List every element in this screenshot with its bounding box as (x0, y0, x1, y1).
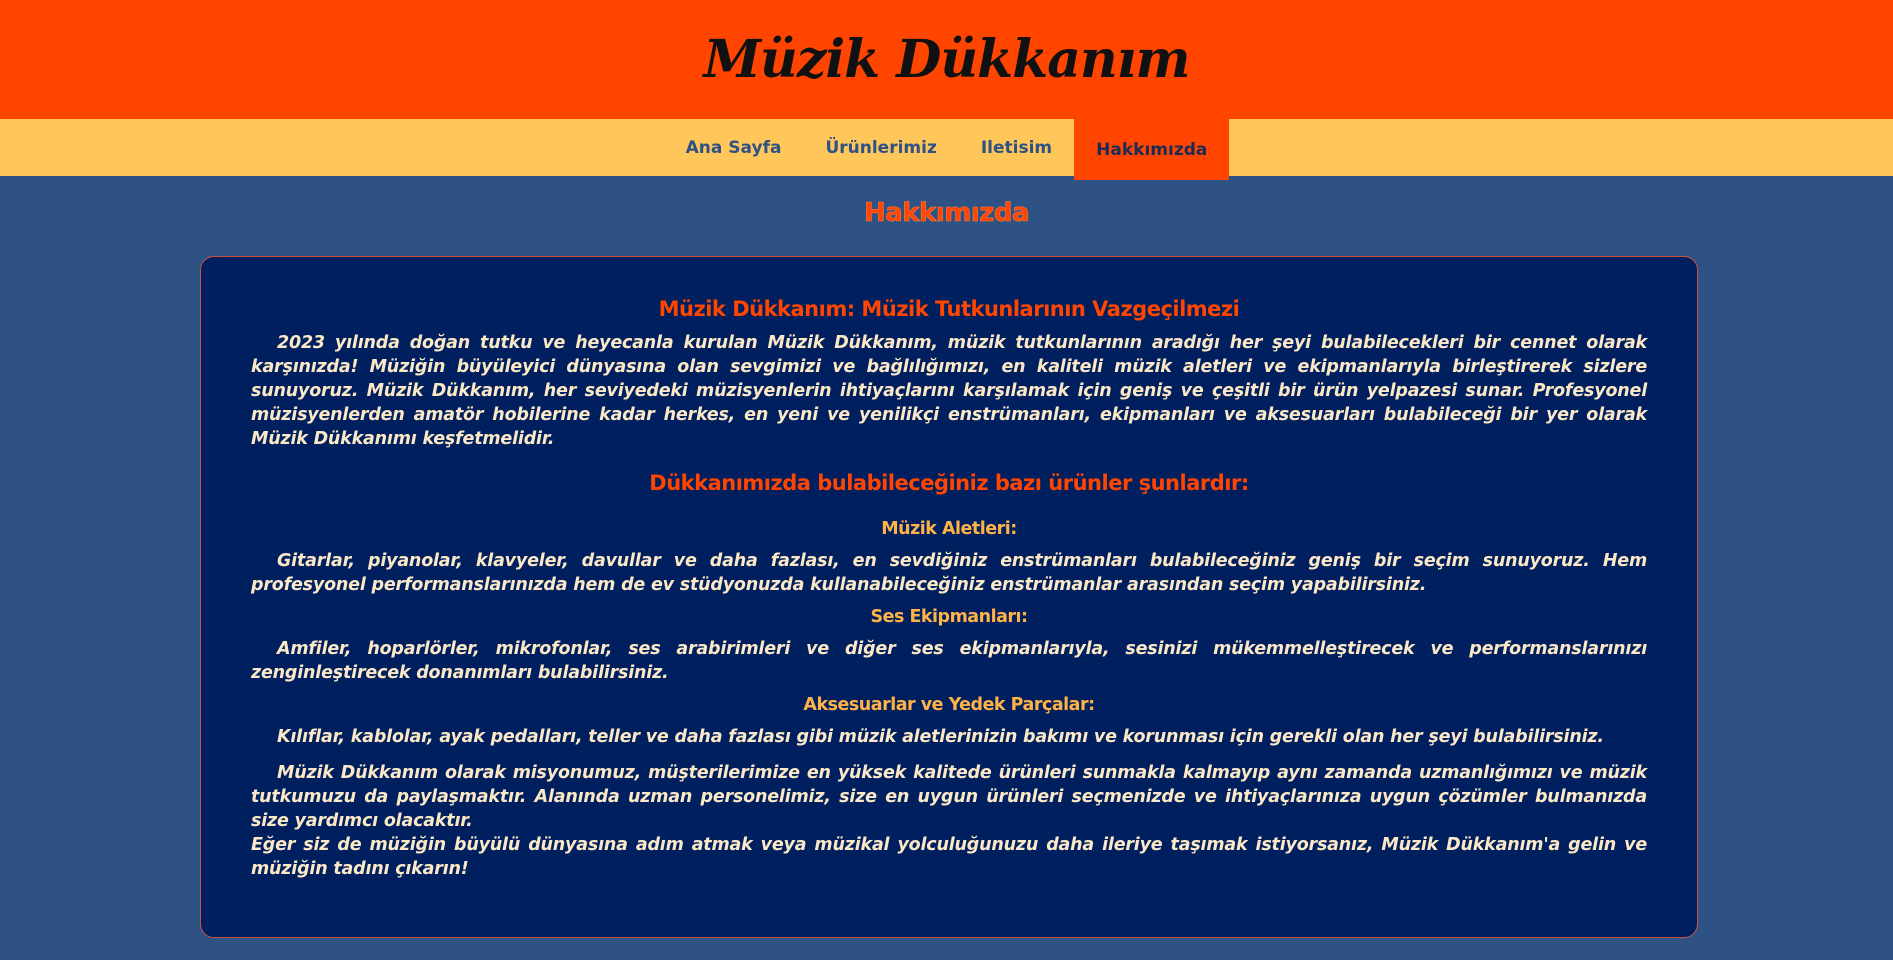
category-text-sound-equipment: Amfiler, hoparlörler, mikrofonlar, ses a… (251, 639, 1647, 683)
category-title-sound-equipment: Ses Ekipmanları: (870, 607, 1028, 627)
nav-item-ana-sayfa[interactable]: Ana Sayfa (664, 119, 804, 176)
category-text-instruments: Gitarlar, piyanolar, klavyeler, davullar… (251, 551, 1647, 595)
site-title: Müzik Dükkanım (703, 29, 1190, 90)
intro-paragraph: 2023 yılında doğan tutku ve heyecanla ku… (251, 333, 1647, 449)
mission-paragraph: Müzik Dükkanım olarak misyonumuz, müşter… (251, 763, 1647, 831)
closing-paragraph: Eğer siz de müziğin büyülü dünyasına adı… (251, 835, 1647, 879)
category-title-instruments: Müzik Aletleri: (881, 519, 1017, 539)
nav-item-hakkimizda[interactable]: Hakkımızda (1074, 119, 1230, 180)
page-title: Hakkımızda (863, 198, 1030, 229)
products-section-title: Dükkanımızda bulabileceğiniz bazı ürünle… (649, 471, 1249, 495)
about-content-box: Müzik Dükkanım: Müzik Tutkunlarının Vazg… (200, 256, 1698, 938)
category-text-accessories: Kılıflar, kablolar, ayak pedalları, tell… (277, 727, 1604, 747)
about-box-title: Müzik Dükkanım: Müzik Tutkunlarının Vazg… (658, 297, 1240, 321)
nav-item-urunlerimiz[interactable]: Ürünlerimiz (803, 119, 958, 176)
nav-item-iletisim[interactable]: Iletisim (959, 119, 1074, 176)
main-nav: Ana Sayfa Ürünlerimiz Iletisim Hakkımızd… (0, 119, 1893, 180)
site-header: Müzik Dükkanım (0, 0, 1893, 119)
category-title-accessories: Aksesuarlar ve Yedek Parçalar: (803, 695, 1095, 715)
